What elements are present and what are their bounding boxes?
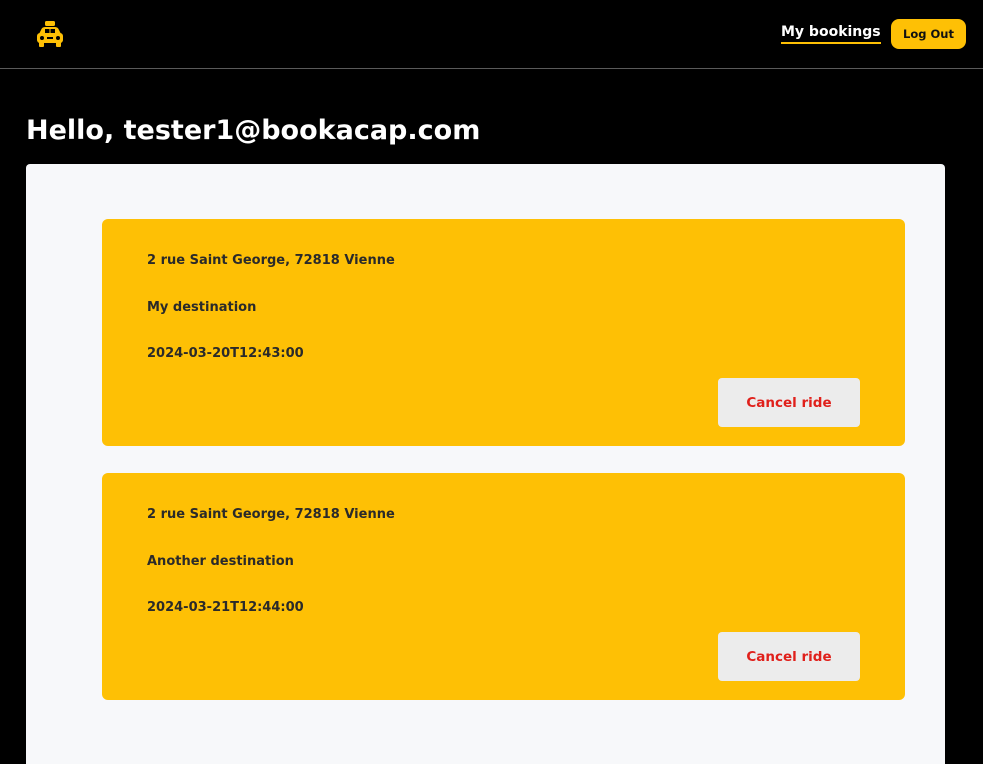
nav-my-bookings[interactable]: My bookings	[781, 24, 881, 44]
cancel-ride-button[interactable]: Cancel ride	[718, 632, 860, 681]
booking-card: 2 rue Saint George, 72818 Vienne Another…	[102, 473, 905, 700]
booking-datetime: 2024-03-20T12:43:00	[147, 346, 304, 361]
booking-datetime: 2024-03-21T12:44:00	[147, 600, 304, 615]
logout-button[interactable]: Log Out	[891, 19, 966, 49]
cancel-ride-button[interactable]: Cancel ride	[718, 378, 860, 427]
bookings-panel: 2 rue Saint George, 72818 Vienne My dest…	[26, 164, 945, 764]
booking-pickup-address: 2 rue Saint George, 72818 Vienne	[147, 507, 395, 522]
taxi-icon[interactable]	[36, 20, 64, 48]
booking-destination: My destination	[147, 300, 257, 315]
booking-destination: Another destination	[147, 554, 294, 569]
page-greeting: Hello, tester1@bookacap.com	[26, 115, 481, 146]
top-navbar: My bookings Log Out	[0, 0, 983, 69]
booking-pickup-address: 2 rue Saint George, 72818 Vienne	[147, 253, 395, 268]
booking-card: 2 rue Saint George, 72818 Vienne My dest…	[102, 219, 905, 446]
